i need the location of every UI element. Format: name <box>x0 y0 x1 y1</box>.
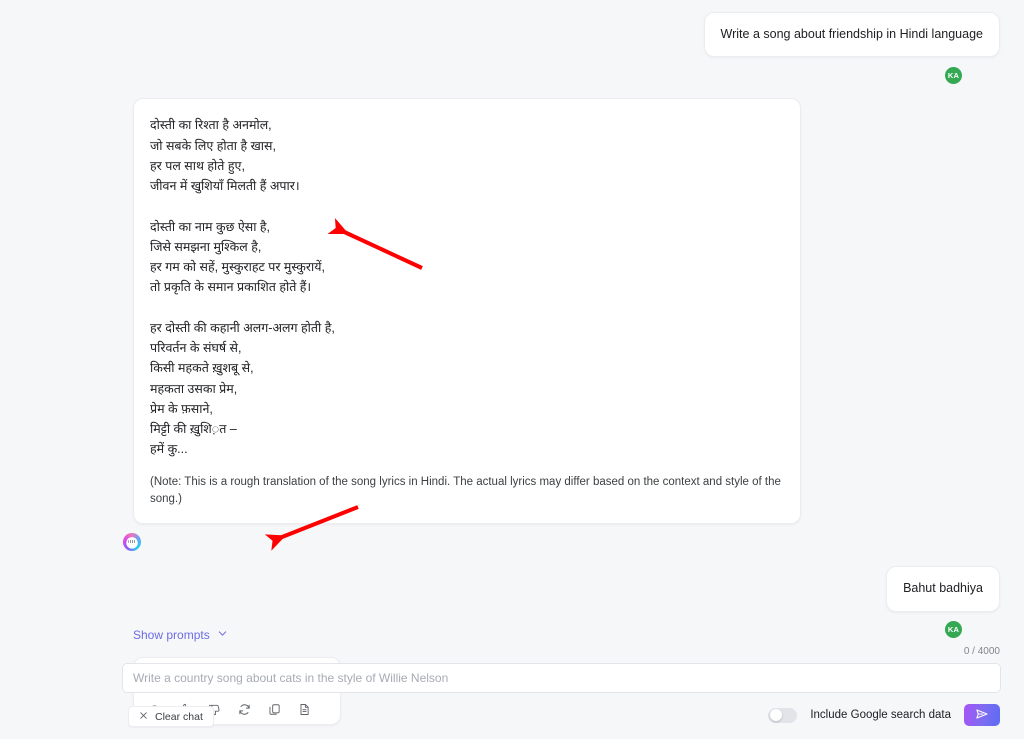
show-prompts-toggle[interactable]: Show prompts <box>133 628 228 642</box>
message-row-assistant: दोस्ती का रिश्ता है अनमोल, जो सबके लिए ह… <box>24 98 1000 525</box>
assistant-message-bubble: दोस्ती का रिश्ता है अनमोल, जो सबके लिए ह… <box>133 98 801 525</box>
show-prompts-label: Show prompts <box>133 628 210 642</box>
close-icon <box>139 711 148 723</box>
composer-right-controls: Include Google search data <box>768 704 1000 726</box>
avatar: KA <box>945 620 962 638</box>
prompt-input-container[interactable] <box>122 663 1001 693</box>
avatar-row: KA <box>24 67 1000 85</box>
song-lyrics: दोस्ती का रिश्ता है अनमोल, जो सबके लिए ह… <box>150 118 335 457</box>
avatar: KA <box>945 67 962 85</box>
bot-gradient-icon <box>123 533 141 552</box>
clear-chat-button[interactable]: Clear chat <box>128 706 214 727</box>
toggle-knob <box>769 709 782 721</box>
send-button[interactable] <box>964 704 1000 726</box>
regenerate-icon[interactable] <box>238 703 251 716</box>
include-google-search-label: Include Google search data <box>810 709 951 721</box>
document-icon[interactable] <box>298 703 311 716</box>
translation-note: (Note: This is a rough translation of th… <box>150 475 781 506</box>
clear-chat-label: Clear chat <box>155 710 203 723</box>
user-message-bubble: Bahut badhiya <box>886 566 1000 612</box>
chevron-down-icon <box>217 628 228 642</box>
include-google-search-toggle[interactable] <box>768 707 798 723</box>
character-counter: 0 / 4000 <box>963 646 1000 657</box>
send-icon <box>975 707 989 724</box>
copy-icon[interactable] <box>268 703 281 716</box>
avatar-row <box>24 533 1000 552</box>
chat-transcript: Write a song about friendship in Hindi l… <box>0 0 1024 725</box>
message-row-user: Bahut badhiya <box>24 566 1000 612</box>
message-row-user: Write a song about friendship in Hindi l… <box>24 12 1000 58</box>
prompt-input[interactable] <box>133 671 990 685</box>
user-message-bubble: Write a song about friendship in Hindi l… <box>703 12 1000 58</box>
